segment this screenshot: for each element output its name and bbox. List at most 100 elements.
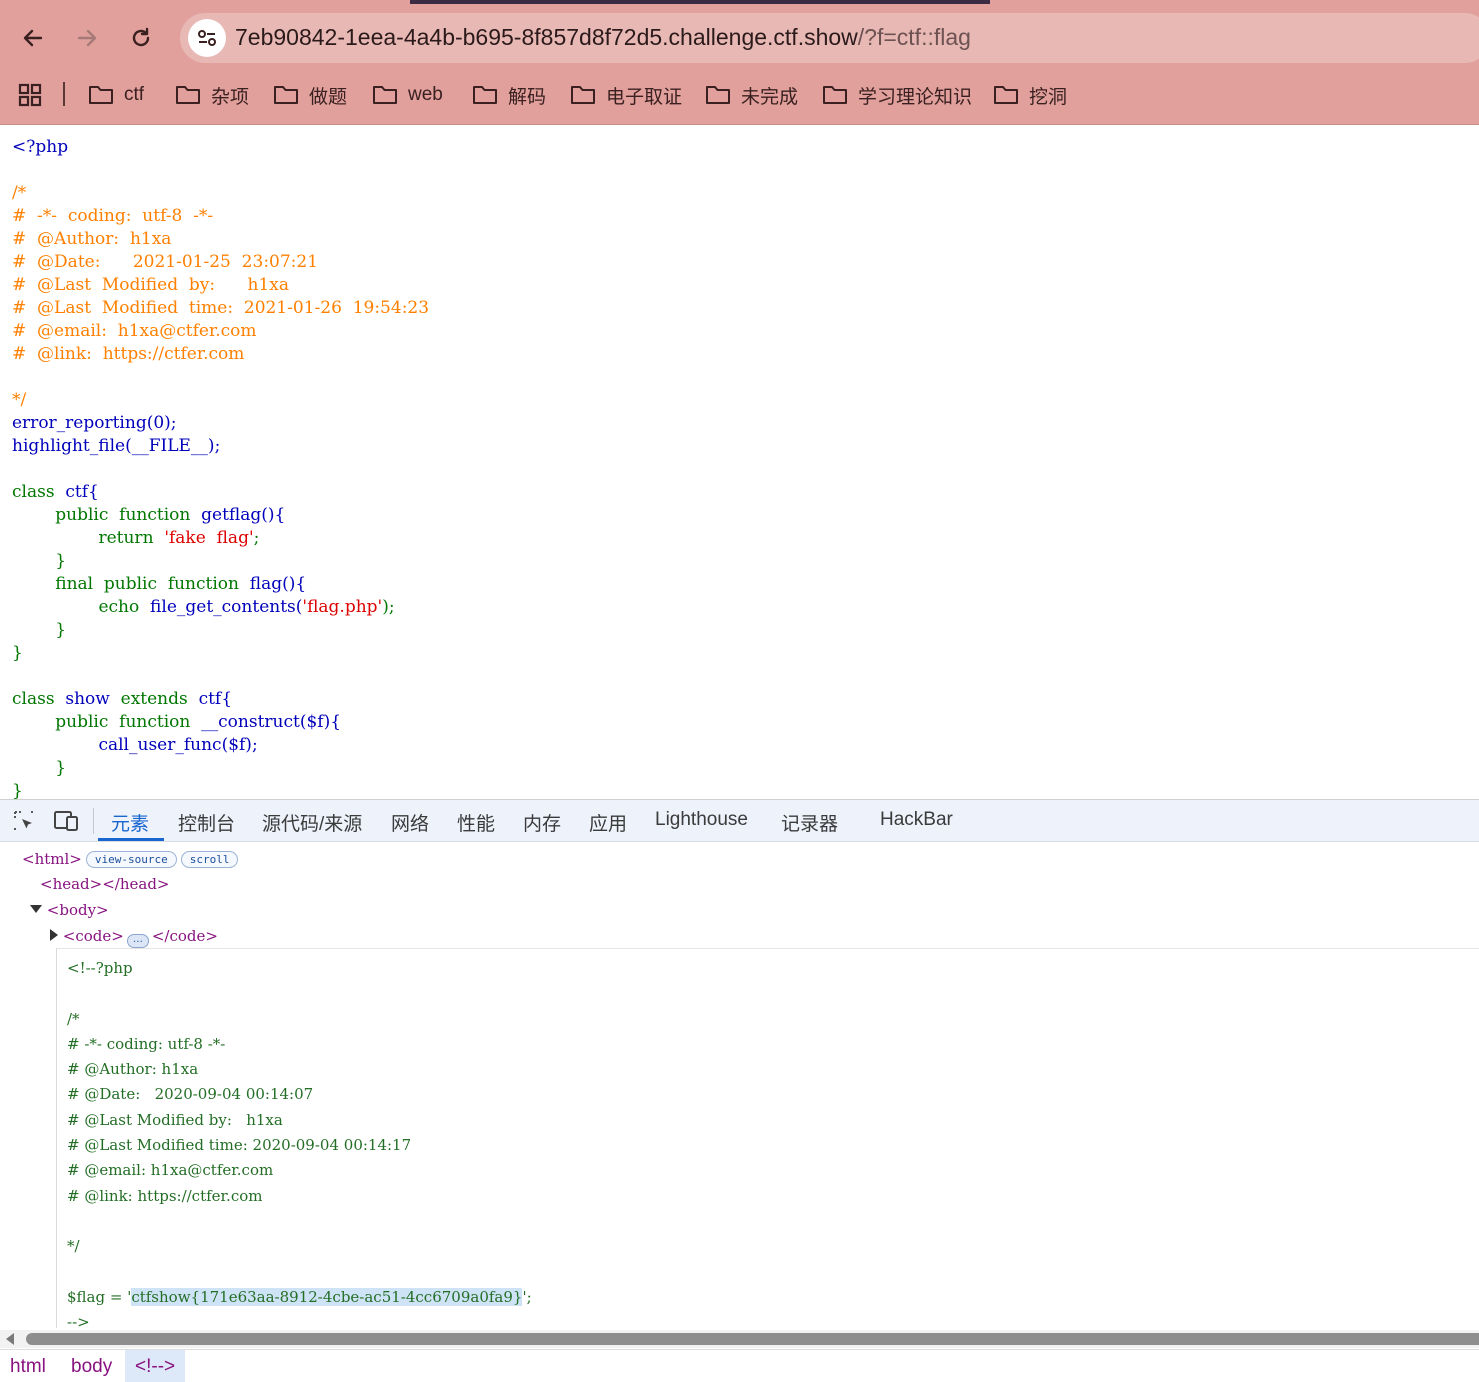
site-info-button[interactable] <box>188 19 226 57</box>
close-brace: } <box>55 758 67 778</box>
bookmark-label: 挖洞 <box>1029 86 1068 108</box>
code-line-highlight-file: highlight_file(__FILE__); <box>12 436 221 456</box>
bookmark-label: 学习理论知识 <box>858 86 973 108</box>
devtools-panel: 元素 控制台 源代码/来源 网络 性能 内存 应用 Lighthouse 记录器 HackBar … <box>0 799 1479 1382</box>
comment-line: # @Last Modified time: 2021-01-26 19:54:… <box>12 298 430 318</box>
comment-line <box>67 981 532 1006</box>
comment-line: # @email: h1xa@ctfer.com <box>67 1161 274 1180</box>
collapse-triangle-icon[interactable] <box>50 929 58 941</box>
devtools-tab[interactable]: 内存 <box>523 809 561 836</box>
comment-line: */ <box>67 1237 80 1256</box>
folder-icon <box>176 86 200 104</box>
comment-open: /* <box>12 183 27 203</box>
devtools-tab[interactable]: 控制台 <box>178 809 235 836</box>
breadcrumb-item[interactable]: <!--> <box>125 1350 186 1382</box>
keyword-class: class <box>12 689 55 709</box>
head-tag: <head></head> <box>40 875 170 893</box>
call-end: ); <box>382 597 395 617</box>
folder-icon <box>274 86 298 104</box>
keyword-return: return <box>98 528 154 548</box>
inspect-cursor-icon <box>14 811 33 830</box>
view-source-badge[interactable]: view-source <box>85 851 177 868</box>
url-path: /?f=ctf::flag <box>857 24 971 50</box>
flag-prefix: $flag = ' <box>67 1287 132 1306</box>
bookmark-folder[interactable]: 杂项 <box>175 80 249 110</box>
bookmark-label: 电子取证 <box>606 86 683 108</box>
device-mode-icon <box>54 811 78 831</box>
folder-icon <box>823 86 847 104</box>
other-tab-edge[interactable] <box>990 0 1479 4</box>
devtools-tab[interactable]: 应用 <box>589 809 627 836</box>
devtools-tab[interactable]: 记录器 <box>781 809 838 836</box>
folder-icon <box>571 86 595 104</box>
code-open-tag: <code> <box>62 927 124 945</box>
folder-icon <box>373 86 397 104</box>
forward-button[interactable] <box>67 18 107 58</box>
bookmark-folder[interactable]: 挖洞 <box>993 80 1067 110</box>
bookmark-folder[interactable]: 解码 <box>472 80 546 110</box>
code-close-tag: </code> <box>151 927 218 945</box>
method-construct: __construct($f){ <box>201 712 342 732</box>
php-open-tag: <?php <box>12 137 69 157</box>
devtools-tab[interactable]: 元素 <box>111 809 149 836</box>
bookmark-folder[interactable]: 未完成 <box>705 80 798 110</box>
flag-suffix: '; <box>522 1287 532 1306</box>
keyword-extends: extends <box>120 689 188 709</box>
semicolon: ; <box>253 528 260 548</box>
keyword-public-function: public function <box>55 712 191 732</box>
devtools-tab[interactable]: 源代码/来源 <box>262 809 362 836</box>
bookmark-folder[interactable]: 学习理论知识 <box>822 80 972 110</box>
highlighted-source: <?php /* # -*- coding: utf-8 -*- # @Author:… <box>12 136 429 799</box>
devtools-tab[interactable]: Lighthouse <box>655 809 748 831</box>
bookmark-label: ctf <box>124 84 145 105</box>
keyword-class: class <box>12 482 55 502</box>
devtools-tab[interactable]: 性能 <box>457 809 495 836</box>
reload-button[interactable] <box>121 18 161 58</box>
bookmark-folder[interactable]: web <box>372 80 443 110</box>
comment-line: # @Last Modified by: h1xa <box>12 275 290 295</box>
inspect-element-button[interactable] <box>12 809 36 838</box>
url-text[interactable]: 7eb90842-1eea-4a4b-b695-8f857d8f72d5.cha… <box>235 24 971 51</box>
back-button[interactable] <box>13 18 53 58</box>
comment-node-text: <!--?php /* # -*- coding: utf-8 -*- # @Auth… <box>67 956 532 1329</box>
devtools-tab-bar: 元素 控制台 源代码/来源 网络 性能 内存 应用 Lighthouse 记录器 HackBar <box>0 800 1479 842</box>
class-name-show: show <box>65 689 110 709</box>
string-flag-php: 'flag.php' <box>302 597 383 617</box>
apps-grid-icon <box>18 83 42 107</box>
browser-toolbar: 7eb90842-1eea-4a4b-b695-8f857d8f72d5.cha… <box>0 0 1479 125</box>
flag-value[interactable]: ctfshow{171e63aa-8912-4cbe-ac51-4cc6709a… <box>131 1287 523 1306</box>
device-toolbar-button[interactable] <box>53 809 81 838</box>
dom-node-code[interactable]: <code>… </code> <box>50 927 218 948</box>
scroll-left-arrow-icon[interactable] <box>6 1333 14 1345</box>
breadcrumb-item[interactable]: html <box>0 1350 56 1382</box>
elements-dom-tree: <html> view-source scroll <head></head> <b… <box>0 844 1479 1329</box>
dom-breadcrumbs: html body <!--> <box>0 1349 1479 1382</box>
dom-node-head[interactable]: <head></head> <box>40 875 170 893</box>
devtools-tab[interactable]: 网络 <box>391 809 429 836</box>
method-getflag: getflag(){ <box>201 505 286 525</box>
active-tab-edge[interactable] <box>0 0 410 4</box>
bookmark-folder[interactable]: ctf <box>88 80 144 110</box>
scroll-badge[interactable]: scroll <box>180 851 239 868</box>
bookmark-folder[interactable]: 做题 <box>273 80 347 110</box>
comment-end: --> <box>67 1313 90 1329</box>
reload-icon <box>132 27 150 47</box>
close-brace: } <box>55 551 67 571</box>
breadcrumb-item[interactable]: body <box>61 1350 122 1382</box>
expand-triangle-icon[interactable] <box>30 905 42 913</box>
tab-strip <box>0 0 1479 4</box>
devtools-tab[interactable]: HackBar <box>880 809 953 831</box>
horizontal-scrollbar[interactable] <box>0 1330 1479 1348</box>
dom-node-body[interactable]: <body> <box>30 901 109 919</box>
dom-node-html[interactable]: <html> view-source scroll <box>22 850 239 868</box>
address-bar[interactable]: 7eb90842-1eea-4a4b-b695-8f857d8f72d5.cha… <box>180 13 1479 63</box>
ellipsis-icon[interactable]: … <box>126 934 149 948</box>
comment-line: # @Date: 2021-01-25 23:07:21 <box>12 252 319 272</box>
selected-comment-node[interactable]: <!--?php /* # -*- coding: utf-8 -*- # @Auth… <box>56 948 1479 1329</box>
apps-button[interactable] <box>18 80 52 110</box>
scrollbar-thumb[interactable] <box>26 1333 1479 1345</box>
bookmark-folder[interactable]: 电子取证 <box>570 80 682 110</box>
folder-icon <box>473 86 497 104</box>
comment-close: */ <box>12 390 27 410</box>
call-user-func-line: call_user_func($f); <box>98 735 258 755</box>
